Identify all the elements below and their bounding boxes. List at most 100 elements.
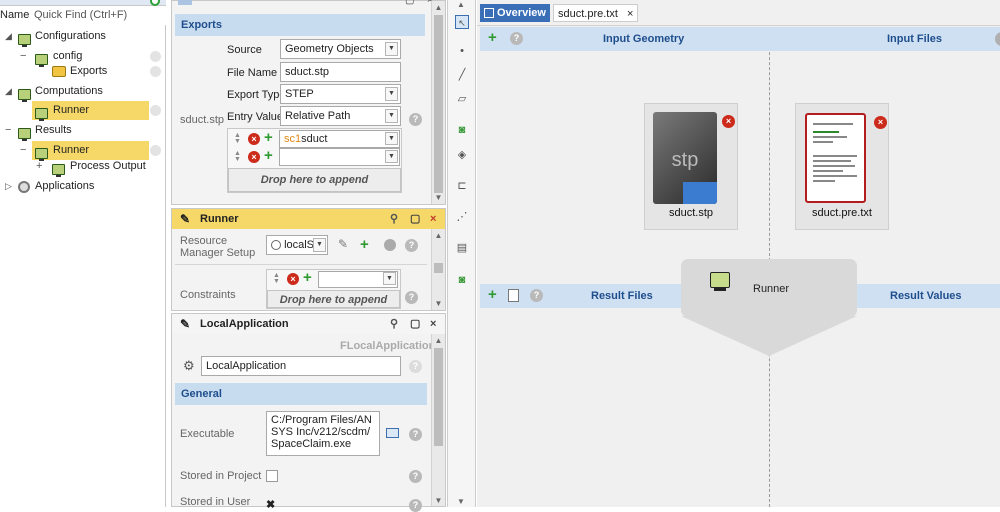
exports-scrollbar[interactable]: ▲ ▼ (431, 1, 445, 204)
resource-help-icon[interactable]: ? (405, 239, 418, 252)
drop-zone[interactable]: Drop here to append (267, 290, 400, 308)
runner-result-help-icon (150, 145, 161, 156)
add-resource-icon[interactable]: + (360, 237, 369, 252)
expand-arrow-icon[interactable]: ▷ (5, 177, 12, 196)
entry-value-help-icon[interactable]: ? (409, 113, 422, 126)
reorder-icon[interactable]: ▲ ▼ (234, 132, 241, 145)
dotted-line-tool-icon[interactable]: ⋰ (455, 210, 469, 224)
entry-value-dropdown-icon[interactable]: ▼ (385, 109, 398, 123)
export-type-dropdown-icon[interactable]: ▼ (385, 87, 398, 101)
runner-node[interactable]: Runner (681, 259, 857, 317)
scroll-thumb[interactable] (434, 348, 443, 446)
tree-item-configurations[interactable]: ◢ Configurations (0, 27, 166, 47)
quick-find-input[interactable]: Quick Find (Ctrl+F) (34, 6, 127, 25)
scroll-up-icon[interactable]: ▲ (432, 3, 445, 12)
tree-item-computations[interactable]: ◢ Computations (0, 82, 166, 102)
pin-icon[interactable]: ✎ (180, 314, 190, 334)
stored-project-checkbox[interactable] (266, 470, 278, 482)
source-select[interactable]: Geometry Objects (280, 39, 401, 59)
remove-entry-icon[interactable]: × (248, 151, 260, 163)
collapse-minus-icon[interactable]: − (5, 121, 11, 140)
result-help-icon[interactable]: ? (530, 289, 543, 302)
executable-input[interactable]: C:/Program Files/ANSYS Inc/v212/scdm/Spa… (266, 411, 380, 456)
copy-tool-icon[interactable]: ◙ (455, 273, 469, 287)
input-help-icon[interactable]: ? (510, 32, 523, 45)
constraint-dropdown-icon[interactable]: ▼ (383, 272, 396, 285)
remove-entry-icon[interactable]: × (248, 133, 260, 145)
toolbar-down-icon[interactable]: ▼ (457, 497, 465, 506)
collapse-arrow-icon[interactable]: ◢ (5, 82, 12, 101)
scroll-down-icon[interactable]: ▼ (432, 496, 445, 505)
entry-dropdown-icon[interactable]: ▼ (385, 150, 398, 163)
reorder-icon[interactable]: ▲ ▼ (273, 272, 280, 285)
edit-icon[interactable]: ✎ (338, 237, 348, 251)
remove-stp-icon[interactable]: × (722, 115, 735, 128)
note-tool-icon[interactable]: ▱ (455, 92, 469, 106)
stored-user-checkbox[interactable]: ✖ (266, 500, 278, 511)
folder-icon[interactable] (386, 428, 399, 438)
search-icon[interactable]: ⚲ (390, 209, 398, 229)
disable-icon[interactable] (384, 239, 396, 251)
add-input-icon[interactable]: + (488, 30, 497, 45)
print-tool-icon[interactable]: ▤ (455, 241, 469, 255)
constraints-help-icon[interactable]: ? (405, 291, 418, 304)
filename-input[interactable]: sduct.stp (280, 62, 401, 82)
stored-user-help-icon[interactable]: ? (409, 499, 422, 512)
add-constraint-icon[interactable]: + (303, 270, 312, 285)
entry-value-select[interactable]: Relative Path (280, 106, 401, 126)
scroll-thumb[interactable] (434, 15, 443, 193)
panel-window-icon[interactable]: ▢ (405, 0, 414, 6)
expand-plus-icon[interactable]: + (36, 157, 42, 176)
add-node-tool-icon[interactable]: ◙ (455, 123, 469, 137)
eraser-tool-icon[interactable]: ◈ (455, 148, 469, 162)
runner-scrollbar[interactable]: ▲ ▼ (431, 229, 445, 310)
tile-sduct-pre-txt[interactable]: × sduct.pre.txt (795, 103, 889, 230)
name-help-icon[interactable]: ? (409, 360, 422, 373)
layout-tool-icon[interactable]: ⊏ (455, 179, 469, 193)
source-dropdown-icon[interactable]: ▼ (385, 42, 398, 56)
panel-window-icon[interactable]: ▢ (410, 209, 420, 229)
select-tool-icon[interactable]: ↖ (455, 15, 469, 29)
resource-dropdown-icon[interactable]: ▼ (313, 238, 326, 252)
remove-constraint-icon[interactable]: × (287, 273, 299, 285)
export-type-select[interactable]: STEP (280, 84, 401, 104)
entry-input-empty[interactable] (279, 148, 400, 166)
add-entry-icon[interactable]: + (264, 148, 273, 163)
localapp-scrollbar[interactable]: ▲ ▼ (431, 334, 445, 506)
tree-item-applications[interactable]: ▷ Applications (0, 177, 166, 196)
node-tool-icon[interactable]: • (455, 44, 469, 58)
entry-dropdown-icon[interactable]: ▼ (385, 132, 398, 145)
scroll-up-icon[interactable]: ▲ (432, 231, 445, 240)
scroll-up-icon[interactable]: ▲ (432, 336, 445, 345)
tree-item-process-output[interactable]: + Process Output (0, 157, 166, 177)
stored-project-help-icon[interactable]: ? (409, 470, 422, 483)
panel-close-icon[interactable]: × (430, 314, 436, 334)
tile-sduct-stp[interactable]: stp × sduct.stp (644, 103, 738, 230)
application-name-input[interactable]: LocalApplication (201, 356, 401, 376)
collapse-arrow-icon[interactable]: ◢ (5, 27, 12, 46)
entry-input[interactable]: sc1sduct (279, 130, 400, 148)
add-result-icon[interactable]: + (488, 287, 497, 302)
result-file-icon[interactable] (508, 289, 519, 302)
add-entry-icon[interactable]: + (264, 130, 273, 145)
tab-close-icon[interactable]: × (627, 8, 633, 20)
executable-help-icon[interactable]: ? (409, 428, 422, 441)
scroll-down-icon[interactable]: ▼ (432, 299, 445, 308)
panel-window-icon[interactable]: ▢ (410, 314, 420, 334)
band-help-icon[interactable] (995, 32, 1000, 46)
remove-txt-icon[interactable]: × (874, 116, 887, 129)
scroll-thumb[interactable] (434, 263, 443, 273)
scroll-down-icon[interactable]: ▼ (432, 193, 445, 202)
tab-overview[interactable]: Overview (480, 4, 550, 22)
tree-item-runner-computation[interactable]: Runner (32, 101, 149, 121)
panel-close-icon[interactable]: × (430, 209, 436, 229)
connector-tool-icon[interactable]: ╱ (455, 68, 469, 82)
pin-icon[interactable]: ✎ (180, 209, 190, 229)
tab-sduct-pre[interactable]: sduct.pre.txt × (553, 4, 639, 22)
reorder-icon[interactable]: ▲ ▼ (234, 150, 241, 163)
tree-item-results[interactable]: − Results (0, 121, 166, 141)
tree-item-exports[interactable]: Exports (0, 62, 166, 81)
toolbar-up-icon[interactable]: ▲ (457, 0, 465, 9)
drop-zone[interactable]: Drop here to append (228, 168, 401, 192)
search-icon[interactable]: ⚲ (390, 314, 398, 334)
